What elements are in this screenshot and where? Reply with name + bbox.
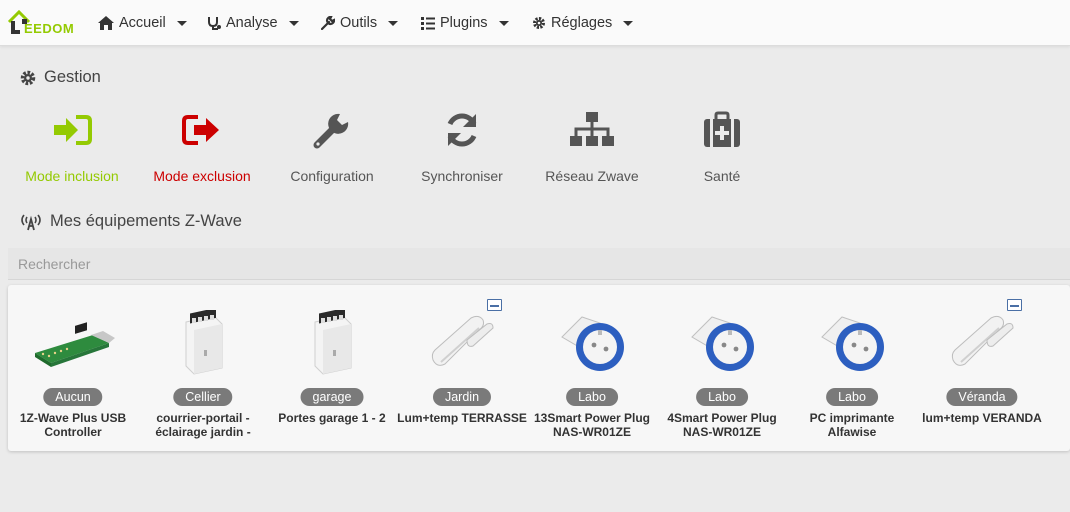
wrench-icon: [310, 108, 354, 152]
door-sensor-glyph: [431, 315, 494, 366]
medkit-icon: [700, 108, 744, 152]
nav-label: Outils: [340, 15, 378, 31]
power-plug-image: [807, 307, 897, 379]
sign-in-icon: [50, 108, 94, 152]
nav-label: Plugins: [440, 15, 488, 31]
room-badge: Véranda: [946, 388, 1018, 406]
synchroniser-button[interactable]: Synchroniser: [397, 102, 527, 192]
room-badge: Labo: [566, 388, 618, 406]
power-plug-glyph: [561, 316, 624, 371]
caret-down-icon: [623, 20, 634, 26]
cog-icon: [20, 70, 36, 85]
nav-plugins[interactable]: Plugins: [421, 13, 509, 33]
equipment-card[interactable]: Jardin Lum+temp TERRASSE: [397, 285, 527, 451]
equipment-card[interactable]: Aucun 1Z-Wave Plus USB Controller: [8, 285, 138, 451]
refresh-icon: [440, 108, 484, 152]
caret-down-icon: [288, 20, 299, 26]
equipment-name: 1Z-Wave Plus USB Controller: [19, 411, 127, 439]
sitemap-glyph: [570, 112, 614, 146]
sign-out-glyph: [182, 115, 219, 145]
equipment-card[interactable]: garage Portes garage 1 - 2: [267, 285, 397, 451]
door-sensor-image: [937, 307, 1027, 379]
room-badge: Labo: [826, 388, 878, 406]
equipment-name: lum+temp VERANDA: [922, 411, 1042, 425]
reseau-zwave-button[interactable]: Réseau Zwave: [527, 102, 657, 192]
door-sensor-image: [417, 307, 507, 379]
usb-stick-glyph: [35, 322, 115, 367]
mode-exclusion-button[interactable]: Mode exclusion: [137, 102, 267, 192]
nav-label: Accueil: [119, 15, 166, 31]
home-icon: [98, 16, 114, 30]
nav-outils[interactable]: Outils: [321, 13, 399, 33]
room-badge: Cellier: [173, 388, 233, 406]
wrench-glyph: [313, 113, 349, 149]
mode-exclusion-label: Mode exclusion: [153, 168, 251, 184]
power-plug-image: [677, 307, 767, 379]
sante-label: Santé: [703, 168, 741, 184]
equipment-card[interactable]: Labo 4Smart Power Plug NAS-WR01ZE: [657, 285, 787, 451]
equipements-title: Mes équipements Z-Wave: [20, 212, 242, 231]
configuration-label: Configuration: [290, 168, 374, 184]
caret-down-icon: [498, 20, 509, 26]
equipment-name: Lum+temp TERRASSE: [397, 411, 527, 425]
room-badge: garage: [300, 388, 364, 406]
sign-in-glyph: [54, 115, 92, 145]
sante-button[interactable]: Santé: [657, 102, 787, 192]
stethoscope-icon: [208, 16, 221, 30]
equipment-name: 13Smart Power Plug NAS-WR01ZE: [533, 411, 651, 439]
door-sensor-glyph: [951, 315, 1014, 366]
gestion-title-text: Gestion: [44, 68, 101, 86]
room-badge: Aucun: [43, 388, 103, 406]
mode-inclusion-button[interactable]: Mode inclusion: [7, 102, 137, 192]
equipment-name: PC imprimante Alfawise: [809, 411, 895, 439]
equipment-name: 4Smart Power Plug NAS-WR01ZE: [667, 411, 777, 439]
mode-inclusion-label: Mode inclusion: [25, 168, 119, 184]
nav-label: Analyse: [226, 15, 278, 31]
room-badge: Jardin: [432, 388, 492, 406]
room-badge: Labo: [696, 388, 748, 406]
sign-out-icon: [180, 108, 224, 152]
search-input[interactable]: [8, 248, 1070, 280]
equipements-title-text: Mes équipements Z-Wave: [50, 212, 242, 230]
nav-reglages[interactable]: Réglages: [532, 13, 634, 33]
power-plug-glyph: [691, 316, 754, 371]
medkit-glyph: [704, 111, 740, 147]
relay-module-image: [158, 307, 248, 379]
reseau-zwave-label: Réseau Zwave: [545, 168, 639, 184]
relay-module-image: [287, 307, 377, 379]
equipment-list: Aucun 1Z-Wave Plus USB Controller Cellie…: [8, 285, 1070, 451]
equipment-card[interactable]: Cellier courrier-portail - éclairage jar…: [138, 285, 268, 451]
usb-controller-image: [28, 307, 118, 379]
nav-label: Réglages: [551, 15, 613, 31]
gestion-title: Gestion: [20, 68, 101, 87]
synchroniser-label: Synchroniser: [421, 168, 503, 184]
relay-module-glyph: [314, 310, 352, 375]
logo-text: EEDOM: [24, 21, 75, 36]
nav-analyse[interactable]: Analyse: [207, 13, 299, 33]
cog-icon: [533, 17, 545, 29]
caret-down-icon: [176, 20, 187, 26]
relay-module-glyph: [185, 310, 223, 375]
navbar: EEDOM Accueil Analyse Outils Plugins Rég…: [0, 0, 1070, 46]
equipment-name: Portes garage 1 - 2: [278, 411, 386, 425]
refresh-glyph: [447, 113, 477, 147]
broadcast-icon: [21, 214, 41, 230]
equipment-name: courrier-portail - éclairage jardin -: [155, 411, 251, 439]
wrench-icon: [321, 16, 335, 30]
equipment-card[interactable]: Véranda lum+temp VERANDA: [917, 285, 1047, 451]
configuration-button[interactable]: Configuration: [267, 102, 397, 192]
sitemap-icon: [570, 108, 614, 152]
caret-down-icon: [388, 20, 399, 26]
nav-accueil[interactable]: Accueil: [98, 13, 187, 33]
jeedom-logo[interactable]: EEDOM: [6, 4, 82, 42]
tasks-icon: [421, 16, 435, 30]
power-plug-image: [547, 307, 637, 379]
equipment-card[interactable]: Labo PC imprimante Alfawise: [787, 285, 917, 451]
equipment-card[interactable]: Labo 13Smart Power Plug NAS-WR01ZE: [527, 285, 657, 451]
power-plug-glyph: [821, 316, 884, 371]
